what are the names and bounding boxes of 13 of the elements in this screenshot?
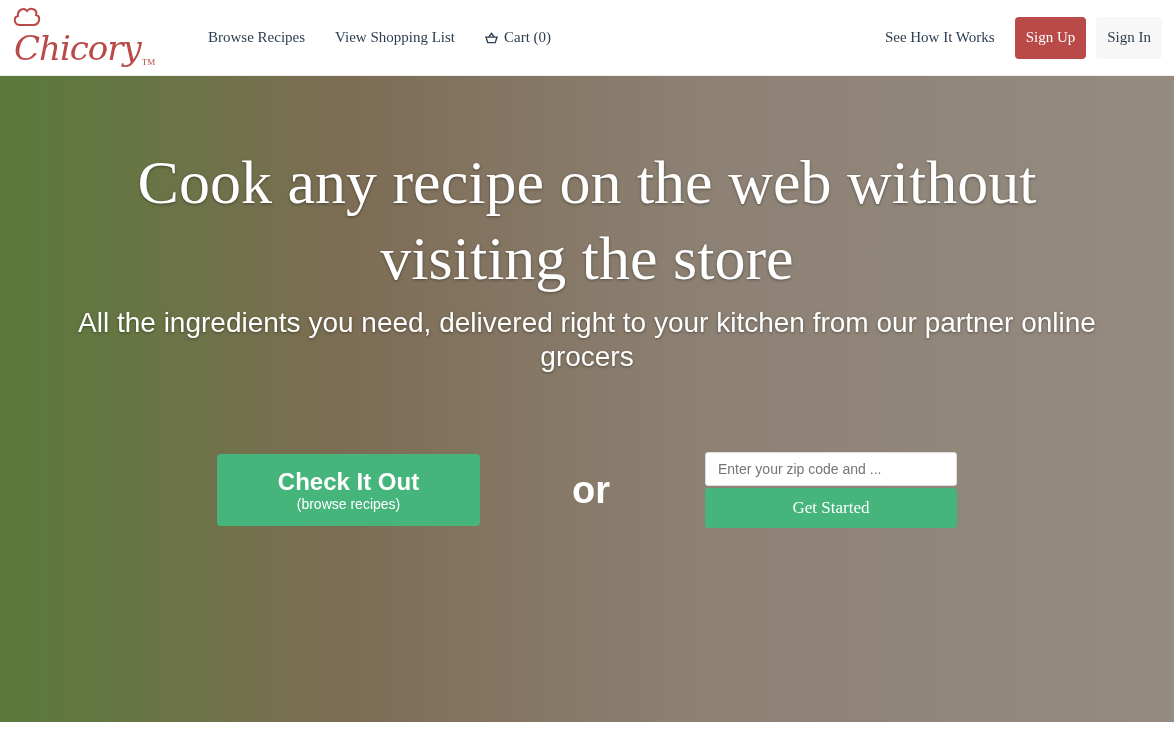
nav-link[interactable]: See How It Works xyxy=(884,29,995,46)
cart-link[interactable]: Cart (0) xyxy=(485,29,552,46)
sign-in-button[interactable]: Sign In xyxy=(1096,16,1162,59)
or-separator: or xyxy=(572,468,610,512)
hero-subheadline: All the ingredients you need, delivered right to your kitchen from our partner online grocers xyxy=(77,306,1097,374)
zip-code-field[interactable]: Enter your zip code and ... xyxy=(705,452,957,486)
logo-wordmark[interactable]: Chicory xyxy=(14,30,141,65)
nav-link[interactable]: View Shopping List xyxy=(335,29,455,46)
trademark-mark: TM xyxy=(141,56,156,67)
basket-icon xyxy=(485,31,498,44)
nav-link[interactable]: Browse Recipes xyxy=(208,29,306,46)
hero-headline: Cook any recipe on the web without visiting the store xyxy=(136,147,1038,294)
sign-up-button[interactable]: Sign Up xyxy=(1014,16,1087,59)
